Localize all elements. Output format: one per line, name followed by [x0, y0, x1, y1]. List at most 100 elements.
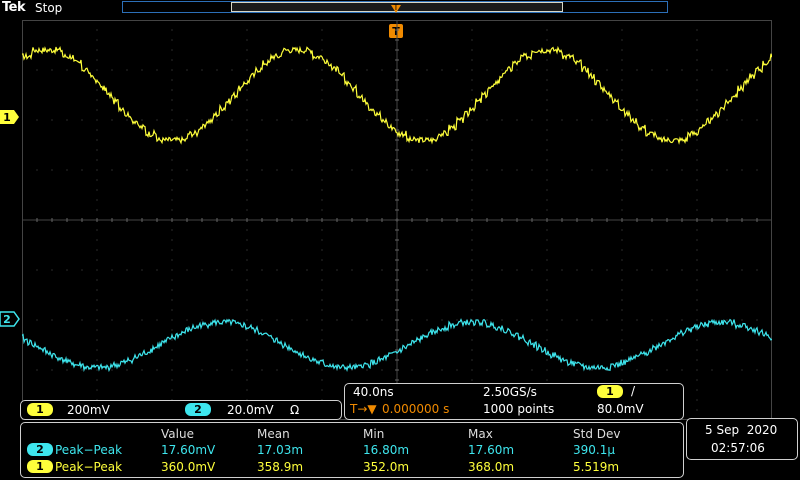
grid-dot	[471, 359, 473, 361]
grid-dot	[411, 169, 413, 171]
grid-dot	[696, 249, 698, 251]
grid-dot	[516, 369, 518, 371]
grid-dot	[306, 269, 308, 271]
grid-dot	[156, 69, 158, 71]
grid-dot	[96, 359, 98, 361]
grid-dot	[186, 169, 188, 171]
grid-dot	[726, 119, 728, 121]
grid-dot	[591, 169, 593, 171]
timebase-panel[interactable]: 40.0ns 2.50GS/s 1 / T→▼ 0.000000 s 1000 …	[344, 383, 684, 420]
grid-dot	[201, 169, 203, 171]
grid-dot	[246, 119, 248, 121]
grid-dot	[621, 159, 623, 161]
grid-dot	[471, 259, 473, 261]
grid-dot	[471, 49, 473, 51]
grid-dot	[681, 319, 683, 321]
grid-dot	[171, 209, 173, 211]
ch2-ground-marker[interactable]: 2	[0, 311, 22, 327]
grid-dot	[366, 69, 368, 71]
grid-dot	[546, 69, 548, 71]
grid-dot	[471, 279, 473, 281]
grid-dot	[156, 319, 158, 321]
grid-dot	[81, 169, 83, 171]
channel-scale-panel[interactable]: 1 200mV 2 20.0mV Ω	[20, 400, 342, 420]
grid-dot	[96, 239, 98, 241]
grid-dot	[411, 69, 413, 71]
grid-dot	[561, 369, 563, 371]
grid-dot	[546, 279, 548, 281]
grid-dot	[441, 269, 443, 271]
grid-dot	[126, 169, 128, 171]
grid-dot	[96, 189, 98, 191]
grid-dot	[741, 169, 743, 171]
grid-dot	[36, 269, 38, 271]
grid-dot	[696, 49, 698, 51]
grid-dot	[696, 379, 698, 381]
grid-dot	[576, 119, 578, 121]
grid-dot	[546, 39, 548, 41]
grid-dot	[96, 99, 98, 101]
grid-dot	[471, 309, 473, 311]
grid-dot	[246, 39, 248, 41]
grid-dot	[546, 29, 548, 31]
grid-dot	[216, 169, 218, 171]
grid-dot	[516, 69, 518, 71]
grid-dot	[606, 69, 608, 71]
grid-dot	[171, 119, 173, 121]
grid-dot	[486, 69, 488, 71]
grid-dot	[96, 59, 98, 61]
grid-dot	[231, 369, 233, 371]
grid-dot	[81, 119, 83, 121]
grid-dot	[651, 69, 653, 71]
grid-dot	[96, 349, 98, 351]
grid-dot	[591, 319, 593, 321]
grid-dot	[471, 329, 473, 331]
grid-dot	[171, 279, 173, 281]
grid-dot	[546, 269, 548, 271]
grid-dot	[96, 249, 98, 251]
grid-dot	[471, 159, 473, 161]
grid-dot	[171, 59, 173, 61]
grid-dot	[696, 69, 698, 71]
grid-dot	[186, 119, 188, 121]
grid-dot	[246, 99, 248, 101]
trigger-delay: 0.000000 s	[382, 402, 450, 416]
grid-dot	[246, 249, 248, 251]
grid-dot	[96, 379, 98, 381]
grid-dot	[321, 229, 323, 231]
row-measurement-name: Peak−Peak	[55, 460, 123, 474]
grid-dot	[111, 169, 113, 171]
grid-dot	[741, 369, 743, 371]
grid-dot	[636, 69, 638, 71]
grid-dot	[171, 39, 173, 41]
grid-dot	[321, 319, 323, 321]
grid-dot	[501, 319, 503, 321]
grid-dot	[546, 169, 548, 171]
grid-dot	[96, 319, 98, 321]
grid-dot	[696, 399, 698, 401]
grid-dot	[261, 369, 263, 371]
grid-dot	[756, 269, 758, 271]
ch1-ground-marker[interactable]: 1	[0, 109, 22, 125]
date-time-panel[interactable]: 5 Sep 2020 02:57:06	[686, 418, 798, 460]
grid-dot	[246, 329, 248, 331]
grid-dot	[606, 269, 608, 271]
grid-dot	[531, 369, 533, 371]
grid-dot	[471, 39, 473, 41]
row-value: 17.60mV	[161, 443, 216, 457]
grid-dot	[696, 189, 698, 191]
grid-dot	[711, 69, 713, 71]
grid-dot	[471, 339, 473, 341]
col-header-std-dev: Std Dev	[573, 427, 621, 441]
grid-dot	[171, 309, 173, 311]
grid-dot	[471, 129, 473, 131]
graticule-grid	[22, 20, 772, 420]
grid-dot	[696, 349, 698, 351]
grid-dot	[411, 119, 413, 121]
grid-dot	[696, 109, 698, 111]
grid-dot	[171, 99, 173, 101]
measurements-panel[interactable]: Value Mean Min Max Std Dev 2 Peak−Peak 1…	[20, 422, 684, 478]
grid-dot	[186, 319, 188, 321]
grid-dot	[171, 159, 173, 161]
grid-dot	[756, 119, 758, 121]
